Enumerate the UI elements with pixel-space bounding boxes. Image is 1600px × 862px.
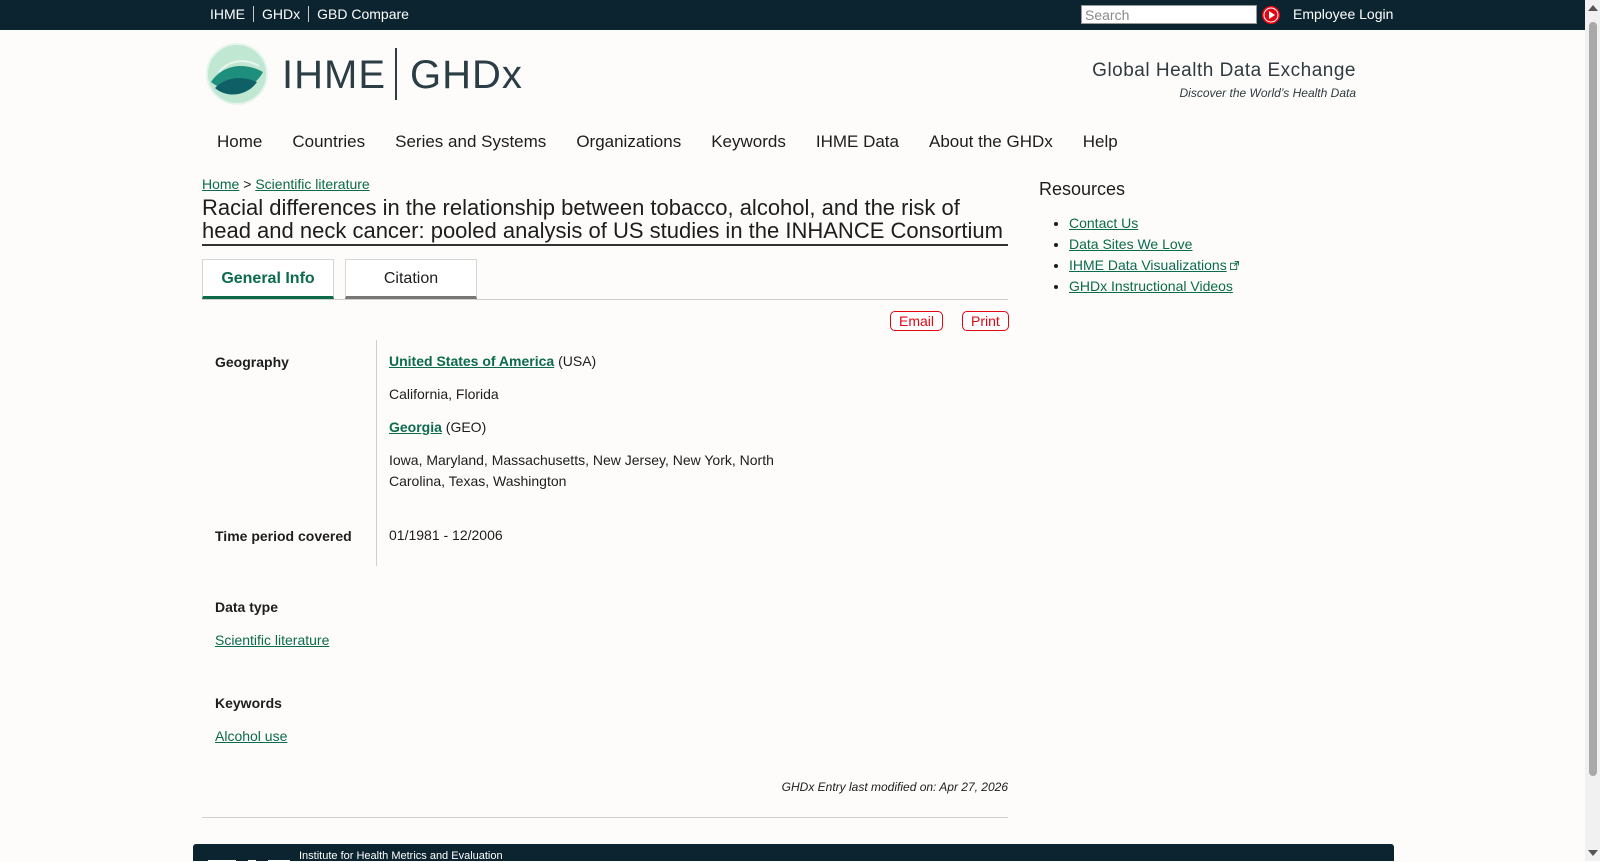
top-link-ihme[interactable]: IHME [202, 6, 253, 22]
footer-org-name: Institute for Health Metrics and Evaluat… [299, 850, 503, 862]
search-submit-button[interactable] [1262, 6, 1280, 24]
ihme-ghdx-logo[interactable]: IHME GHDx [205, 42, 522, 106]
resource-link-data-sites[interactable]: Data Sites We Love [1069, 236, 1192, 252]
geography-link-georgia[interactable]: Georgia [389, 419, 442, 435]
resource-item: Data Sites We Love [1069, 234, 1239, 255]
logo-ghdx-text: GHDx [410, 53, 523, 97]
email-button[interactable]: Email [890, 311, 944, 331]
tab-general-info[interactable]: General Info [202, 259, 334, 299]
breadcrumb-separator: > [243, 176, 252, 192]
geography-states-usa: California, Florida [389, 386, 499, 402]
top-bar: IHME GHDx GBD Compare Employee Login [0, 0, 1585, 30]
page-title: Racial differences in the relationship b… [202, 196, 1008, 246]
nav-series-and-systems[interactable]: Series and Systems [380, 132, 561, 152]
time-period-value: 01/1981 - 12/2006 [389, 527, 503, 543]
nav-help[interactable]: Help [1068, 132, 1133, 152]
logo-divider [395, 48, 397, 100]
resource-item: IHME Data Visualizations [1069, 255, 1239, 276]
site-tagline: Global Health Data Exchange Discover the… [1060, 60, 1356, 100]
breadcrumb-home-link[interactable]: Home [202, 176, 239, 192]
nav-ihme-data[interactable]: IHME Data [801, 132, 914, 152]
nav-countries[interactable]: Countries [277, 132, 380, 152]
info-table-divider [376, 340, 377, 566]
geography-entry-usa: United States of America (USA) [389, 351, 596, 372]
data-type-label: Data type [215, 599, 279, 615]
breadcrumb: Home > Scientific literature [202, 176, 370, 193]
top-link-ghdx[interactable]: GHDx [253, 6, 308, 22]
time-period-label: Time period covered [215, 528, 352, 544]
tagline-title: Global Health Data Exchange [1092, 60, 1356, 81]
search-go-icon [1262, 6, 1280, 24]
nav-about-the-ghdx[interactable]: About the GHDx [914, 132, 1068, 152]
resource-link-instructional-videos[interactable]: GHDx Instructional Videos [1069, 278, 1233, 294]
resource-link-contact-us[interactable]: Contact Us [1069, 215, 1138, 231]
keyword-link[interactable]: Alcohol use [215, 728, 287, 745]
data-type-link[interactable]: Scientific literature [215, 632, 329, 649]
keywords-label: Keywords [215, 695, 282, 711]
geography-label: Geography [215, 354, 289, 370]
nav-keywords[interactable]: Keywords [696, 132, 801, 152]
search-input[interactable] [1081, 5, 1257, 24]
resources-list: Contact Us Data Sites We Love IHME Data … [1039, 213, 1239, 297]
scroll-up-arrow-icon[interactable] [1588, 5, 1598, 11]
tab-citation[interactable]: Citation [345, 259, 477, 299]
ihme-globe-icon [206, 43, 268, 105]
logo-ihme-text: IHME [282, 53, 386, 97]
main-nav: Home Countries Series and Systems Organi… [202, 132, 1133, 152]
external-link-icon [1229, 261, 1239, 270]
resources-title: Resources [1039, 179, 1126, 199]
breadcrumb-current-link[interactable]: Scientific literature [255, 176, 369, 192]
scroll-thumb[interactable] [1589, 22, 1597, 776]
top-link-gbd-compare[interactable]: GBD Compare [308, 6, 417, 22]
employee-login-link[interactable]: Employee Login [1293, 6, 1393, 22]
geography-code-georgia: (GEO) [445, 419, 487, 435]
top-links: IHME GHDx GBD Compare [202, 6, 417, 22]
resource-item: GHDx Instructional Videos [1069, 276, 1239, 297]
print-button[interactable]: Print [962, 311, 1009, 331]
page-scrollbar[interactable] [1585, 0, 1600, 861]
resource-item: Contact Us [1069, 213, 1239, 234]
geography-link-usa[interactable]: United States of America [389, 353, 554, 369]
tabs-underline [202, 299, 1008, 300]
resource-link-ihme-data-viz[interactable]: IHME Data Visualizations [1069, 257, 1227, 273]
content-divider [202, 817, 1008, 818]
geography-code-usa: (USA) [558, 353, 597, 369]
nav-organizations[interactable]: Organizations [561, 132, 696, 152]
site-footer: Institute for Health Metrics and Evaluat… [193, 844, 1394, 862]
geography-entry-georgia: Georgia (GEO) [389, 417, 486, 438]
nav-home[interactable]: Home [202, 132, 277, 152]
last-modified: GHDx Entry last modified on: Apr 27, 202… [781, 780, 1008, 794]
geography-states-georgia: Iowa, Maryland, Massachusetts, New Jerse… [389, 452, 774, 489]
scroll-down-arrow-icon[interactable] [1588, 850, 1598, 856]
tagline-subtitle: Discover the World’s Health Data [1179, 86, 1356, 100]
